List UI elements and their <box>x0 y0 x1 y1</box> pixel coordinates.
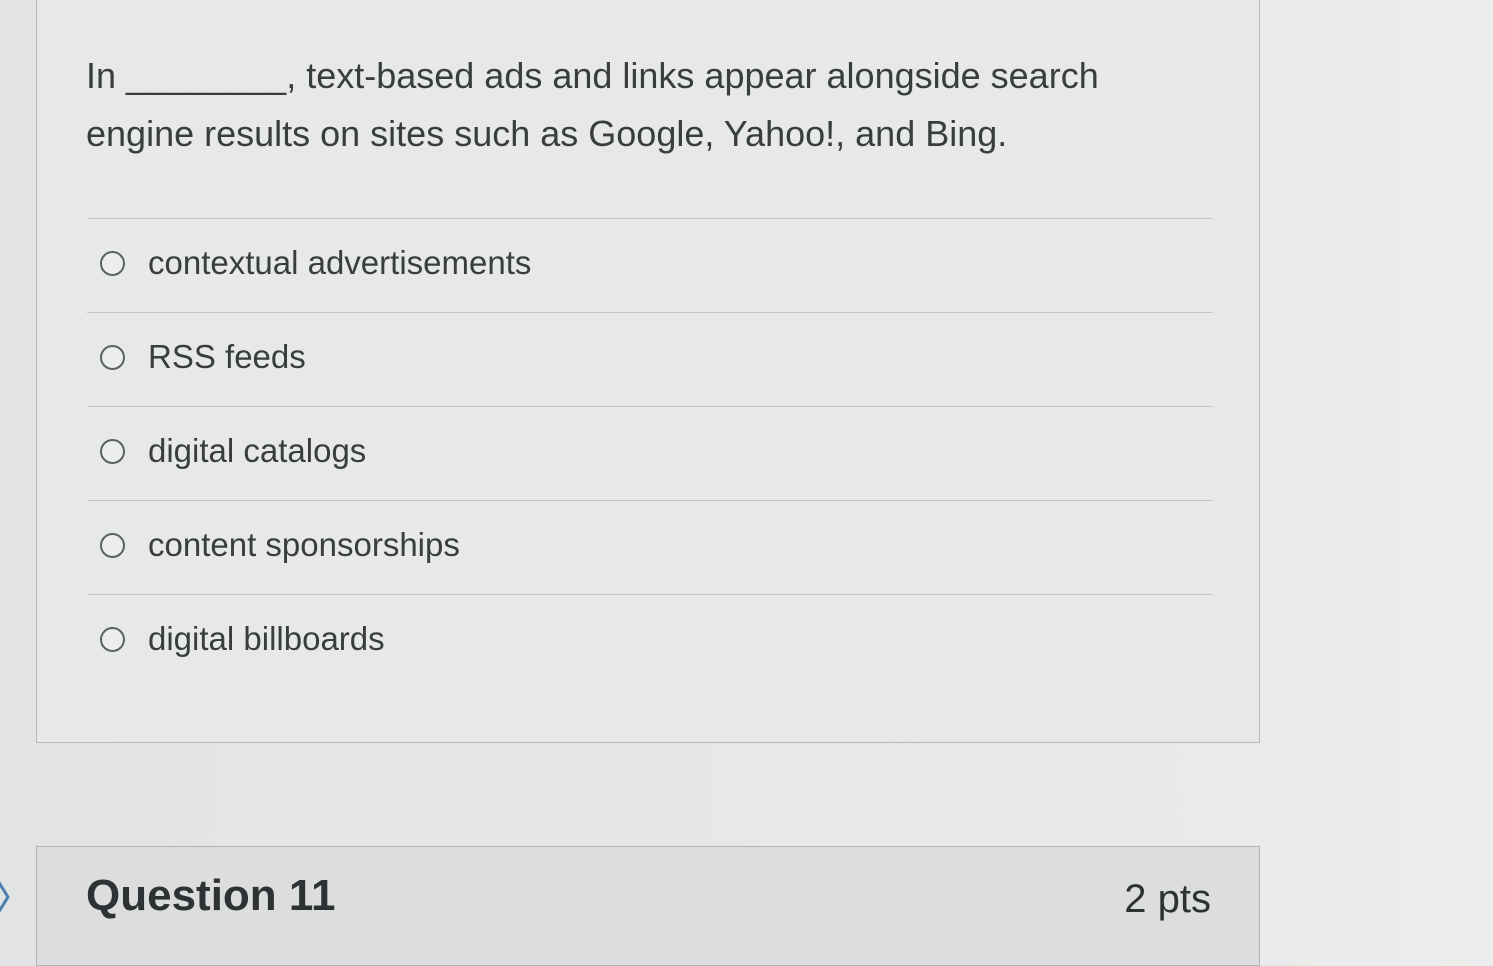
chevron-right-icon[interactable] <box>0 877 14 917</box>
radio-unchecked-icon[interactable] <box>100 345 125 370</box>
answer-label[interactable]: content sponsorships <box>148 523 460 567</box>
answer-list: contextual advertisements RSS feeds digi… <box>87 218 1213 688</box>
answer-option[interactable]: contextual advertisements <box>87 218 1213 312</box>
radio-unchecked-icon[interactable] <box>100 251 125 276</box>
answer-option[interactable]: content sponsorships <box>87 500 1213 594</box>
answer-option[interactable]: digital billboards <box>87 594 1213 688</box>
answer-label[interactable]: digital catalogs <box>148 429 366 473</box>
question-card: In ________, text-based ads and links ap… <box>36 0 1260 743</box>
question-points: 2 pts <box>1124 877 1211 921</box>
answer-option[interactable]: RSS feeds <box>87 312 1213 406</box>
answer-label[interactable]: RSS feeds <box>148 335 306 379</box>
radio-unchecked-icon[interactable] <box>100 533 125 558</box>
question-text: In ________, text-based ads and links ap… <box>86 55 1099 154</box>
radio-unchecked-icon[interactable] <box>100 627 125 652</box>
answer-label[interactable]: contextual advertisements <box>148 241 531 285</box>
radio-unchecked-icon[interactable] <box>100 439 125 464</box>
answer-label[interactable]: digital billboards <box>148 617 385 661</box>
question-title: Question 11 <box>86 871 336 920</box>
next-question-header: Question 11 2 pts <box>36 846 1260 966</box>
answer-option[interactable]: digital catalogs <box>87 406 1213 500</box>
